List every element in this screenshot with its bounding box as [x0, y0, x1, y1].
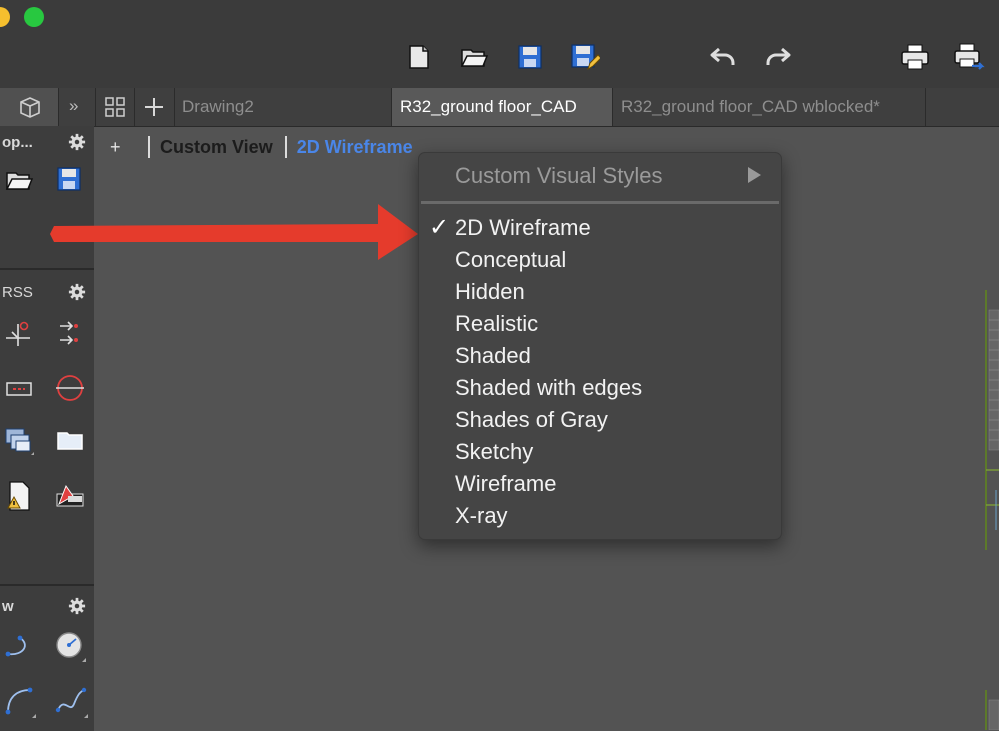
save-icon[interactable] [514, 41, 546, 73]
palette-section-title: w [2, 598, 14, 615]
menu-item-label: Hidden [455, 279, 525, 304]
expand-panels-button[interactable]: » [58, 88, 95, 126]
menu-item-conceptual[interactable]: Conceptual [455, 245, 566, 275]
minimize-window-button[interactable] [0, 7, 10, 27]
menu-item-label: Wireframe [455, 471, 557, 496]
new-tab-button[interactable] [134, 88, 175, 126]
visual-styles-menu: Custom Visual Styles 2D Wireframe ✓ Conc… [418, 152, 782, 540]
menu-item-shades-of-gray[interactable]: Shades of Gray [455, 405, 608, 435]
menu-item-label: X-ray [455, 503, 508, 528]
custom-visual-styles-submenu[interactable]: Custom Visual Styles [419, 153, 781, 199]
palette-section-title: op... [2, 134, 33, 151]
plus-icon [145, 98, 163, 116]
menu-item-x-ray[interactable]: X-ray [455, 501, 508, 531]
open-folder-icon[interactable] [458, 41, 490, 73]
menu-item-label: Shaded with edges [455, 375, 643, 400]
tab-label: R32_ground floor_CAD wblocked* [621, 97, 880, 116]
palette-divider [0, 584, 94, 586]
curve-tool-icon[interactable] [2, 684, 36, 718]
insert-block-icon[interactable] [4, 318, 34, 348]
save-as-icon[interactable] [569, 41, 601, 73]
menu-item-sketchy[interactable]: Sketchy [455, 437, 533, 467]
drawing-geometry-fragment [985, 290, 999, 730]
print-icon[interactable] [899, 41, 931, 73]
grid-icon [105, 97, 125, 117]
menu-separator [421, 201, 779, 204]
menu-item-label: Conceptual [455, 247, 567, 272]
submenu-label: Custom Visual Styles [455, 163, 663, 188]
gear-icon[interactable] [68, 283, 86, 301]
menu-item-hidden[interactable]: Hidden [455, 277, 525, 307]
tab-r32-ground-floor-cad[interactable]: R32_ground floor_CAD [392, 88, 613, 126]
menu-item-label: Realistic [455, 311, 539, 336]
plot-publish-icon[interactable] [954, 41, 986, 73]
viewport-controls: + Custom View 2D Wireframe [110, 134, 413, 160]
layers-stack-icon[interactable] [4, 426, 34, 456]
block-rectangle-icon[interactable] [4, 374, 34, 404]
menu-item-label: Shaded [455, 343, 531, 368]
gear-icon[interactable] [68, 597, 86, 615]
redo-icon[interactable] [762, 41, 794, 73]
menu-item-shaded[interactable]: Shaded [455, 341, 531, 371]
submenu-arrow-icon [748, 167, 761, 183]
document-tab-bar: » Drawing2 R32_ground floor_CAD R32_grou… [0, 88, 999, 127]
menu-item-label: Sketchy [455, 439, 534, 464]
tab-grid-button[interactable] [95, 88, 135, 126]
viewport-divider [284, 136, 287, 158]
window-titlebar [0, 0, 999, 88]
annotation-arrow [50, 204, 418, 260]
checkmark-icon: ✓ [429, 214, 450, 241]
view-cube-button[interactable] [0, 88, 59, 126]
menu-item-wireframe[interactable]: Wireframe [455, 469, 556, 499]
tab-label: Drawing2 [182, 97, 254, 116]
palette-section-header[interactable]: op... [0, 128, 94, 158]
double-chevron-right-icon: » [69, 96, 79, 115]
view-selector[interactable]: Custom View [160, 137, 273, 158]
visual-style-selector[interactable]: 2D Wireframe [297, 137, 413, 158]
gear-icon[interactable] [68, 133, 86, 151]
attribute-move-icon[interactable] [56, 318, 86, 348]
palette-section-header[interactable]: RSS [0, 278, 94, 308]
menu-item-2d-wireframe[interactable]: 2D Wireframe [455, 213, 591, 243]
menu-item-label: Shades of Gray [455, 407, 608, 432]
undo-icon[interactable] [707, 41, 739, 73]
menu-item-shaded-with-edges[interactable]: Shaded with edges [455, 373, 642, 403]
file-warning-icon[interactable] [4, 480, 34, 511]
menu-item-realistic[interactable]: Realistic [455, 309, 538, 339]
spline-tool-icon[interactable] [54, 684, 88, 718]
menu-item-label: 2D Wireframe [455, 215, 591, 240]
viewport-add-button[interactable]: + [110, 137, 138, 158]
save-icon[interactable] [56, 166, 86, 196]
tab-label: R32_ground floor_CAD [400, 97, 577, 116]
tab-r32-ground-floor-cad-wblocked[interactable]: R32_ground floor_CAD wblocked* [613, 88, 926, 126]
arc-tool-icon[interactable] [2, 630, 32, 660]
folder-tab-icon[interactable] [56, 426, 86, 456]
palette-section-title: RSS [2, 284, 33, 301]
cube-icon [20, 97, 40, 118]
block-editor-icon[interactable] [54, 480, 84, 510]
circle-block-icon[interactable] [54, 372, 84, 402]
zoom-window-button[interactable] [24, 7, 44, 27]
circle-tool-icon[interactable] [54, 630, 86, 662]
viewport-divider [148, 136, 150, 158]
open-folder-icon[interactable] [4, 166, 34, 196]
palette-divider [0, 268, 94, 270]
new-file-icon[interactable] [403, 41, 435, 73]
palette-section-header[interactable]: w [0, 592, 94, 622]
tab-drawing2[interactable]: Drawing2 [174, 88, 392, 126]
